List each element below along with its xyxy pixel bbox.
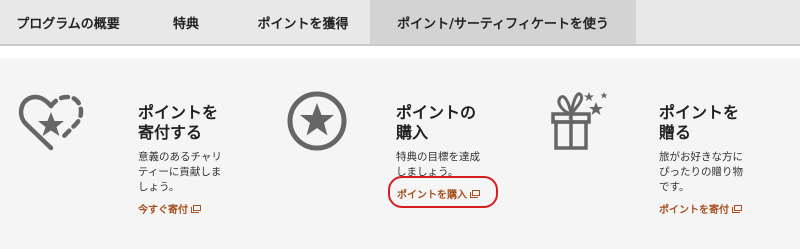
star-circle-icon — [287, 91, 347, 151]
external-link-icon — [191, 204, 201, 213]
gift-points-label: ポイントを寄付 — [659, 205, 729, 216]
heart-star-icon — [18, 94, 84, 151]
tab-divider — [0, 46, 800, 58]
gift-points-link[interactable]: ポイントを寄付 — [659, 201, 742, 216]
gift-icon — [551, 92, 608, 150]
gift-points-title: ポイントを 贈る — [659, 103, 740, 142]
donate-description: 意義のあるチャリ ティーに貢献しま しょう。 — [138, 151, 222, 193]
tab-benefits[interactable]: 特典 — [136, 0, 236, 44]
tab-program-overview[interactable]: プログラムの概要 — [0, 0, 136, 44]
donate-now-label: 今すぐ寄付 — [138, 205, 188, 216]
donate-title: ポイントを 寄付する — [138, 103, 219, 142]
buy-points-title: ポイントの 購入 — [396, 103, 477, 142]
highlight-annotation — [388, 176, 498, 208]
program-tab-bar: プログラムの概要 特典 ポイントを獲得 ポイント/サーティフィケートを使う — [0, 0, 800, 46]
external-link-icon — [732, 204, 742, 213]
donate-now-link[interactable]: 今すぐ寄付 — [138, 201, 201, 216]
tab-earn-points[interactable]: ポイントを獲得 — [236, 0, 370, 44]
gift-points-description: 旅がお好きな方に ぴったりの贈り物 です。 — [659, 151, 743, 193]
tab-use-points[interactable]: ポイント/サーティフィケートを使う — [370, 0, 636, 44]
